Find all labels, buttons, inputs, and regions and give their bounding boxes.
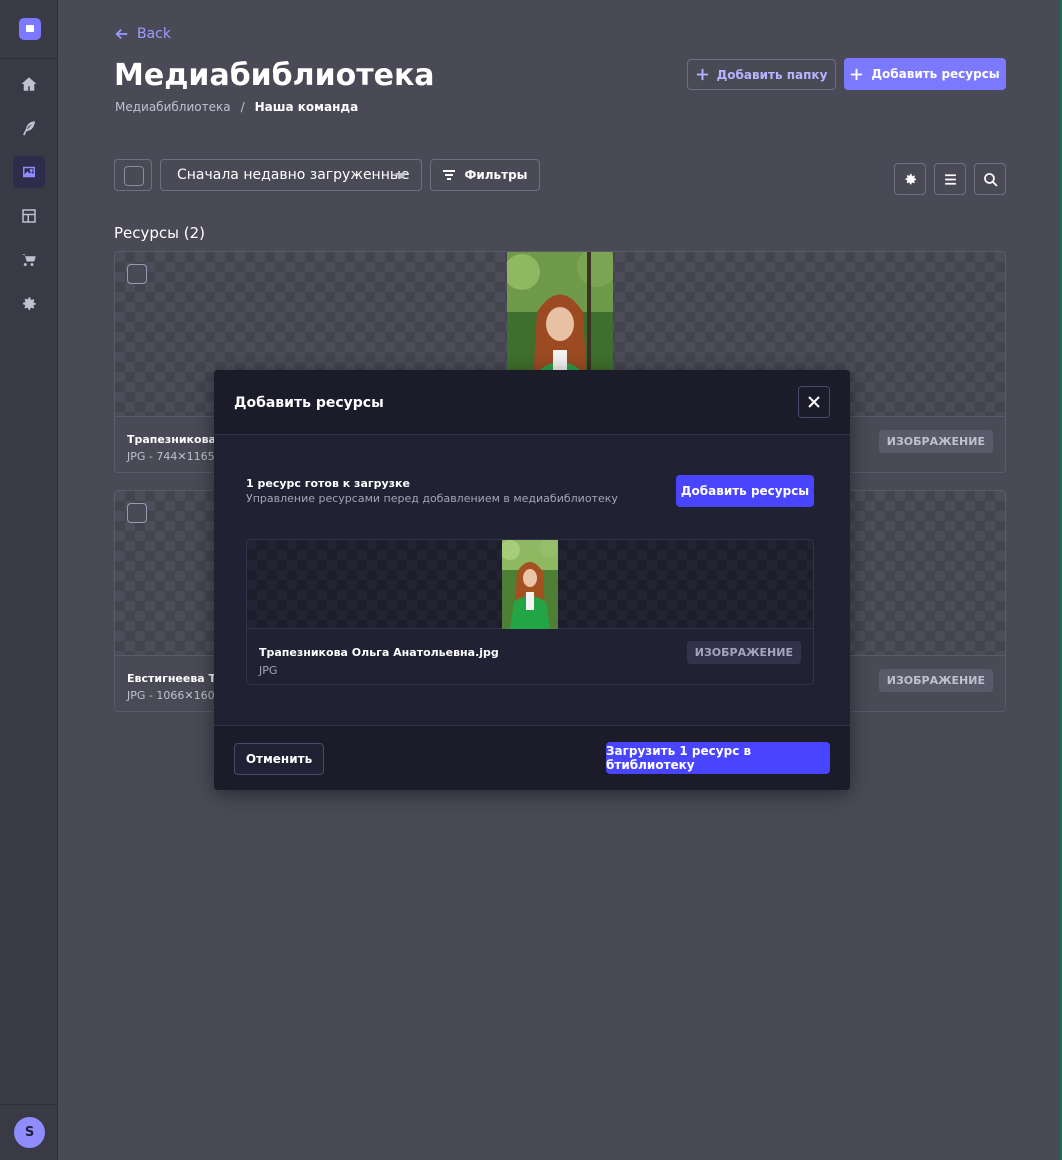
select-all-checkbox[interactable] [114, 159, 152, 191]
pending-file-card[interactable]: Трапезникова Ольга Анатольевна.jpg JPG И… [246, 539, 814, 685]
cancel-button[interactable]: Отменить [234, 743, 324, 775]
asset-info: JPG - 744✕1165 [127, 450, 215, 463]
search-icon [983, 172, 998, 187]
feather-icon [23, 121, 35, 136]
upload-button[interactable]: Загрузить 1 ресурс в бтиблиотеку [606, 742, 830, 774]
file-thumbnail [247, 540, 813, 629]
settings-button[interactable] [894, 163, 926, 195]
breadcrumb-current: Наша команда [254, 100, 359, 114]
asset-checkbox[interactable] [127, 264, 147, 284]
file-type: JPG [259, 664, 278, 677]
sidebar-item-home[interactable] [13, 68, 45, 100]
app-logo[interactable] [19, 18, 41, 40]
arrow-left-icon [115, 29, 128, 39]
add-folder-button[interactable]: Добавить папку [687, 59, 836, 90]
sidebar-item-marketplace[interactable] [13, 244, 45, 276]
cart-icon [22, 254, 36, 267]
sidebar-item-content-manager[interactable] [13, 112, 45, 144]
breadcrumb: Медиабиблиотека / Наша команда [115, 100, 358, 114]
filters-label: Фильтры [464, 168, 528, 182]
plus-icon [696, 68, 708, 81]
caret-down-icon [395, 173, 407, 179]
breadcrumb-root[interactable]: Медиабиблиотека [115, 100, 231, 114]
asset-checkbox[interactable] [127, 503, 147, 523]
add-folder-label: Добавить папку [716, 67, 828, 82]
sidebar-divider [0, 58, 58, 59]
sidebar-bottom-divider [0, 1104, 58, 1105]
avatar[interactable]: S [14, 1117, 45, 1148]
file-type-badge: ИЗОБРАЖЕНИЕ [686, 641, 801, 664]
assets-section-title: Ресурсы (2) [114, 224, 206, 242]
filters-button[interactable]: Фильтры [430, 159, 540, 191]
gear-icon [905, 173, 916, 184]
home-icon [21, 77, 37, 91]
add-assets-modal: Добавить ресурсы 1 ресурс готов к загруз… [214, 370, 850, 790]
close-button[interactable] [798, 386, 830, 418]
modal-add-assets-button[interactable]: Добавить ресурсы [676, 475, 814, 507]
sidebar-item-settings[interactable] [13, 288, 45, 320]
filter-icon [443, 170, 456, 180]
add-assets-label: Добавить ресурсы [871, 67, 1000, 81]
breadcrumb-separator: / [240, 100, 245, 114]
sidebar-item-content-type-builder[interactable] [13, 200, 45, 232]
asset-name: Евстигнеева Та [127, 672, 224, 685]
plus-icon [851, 68, 863, 80]
add-assets-button[interactable]: Добавить ресурсы [844, 58, 1006, 90]
back-label: Back [137, 26, 171, 42]
sort-select[interactable]: Сначала недавно загруженные [160, 159, 422, 191]
list-view-button[interactable] [934, 163, 966, 195]
sort-value: Сначала недавно загруженные [177, 167, 410, 183]
images-icon [23, 166, 35, 178]
back-link[interactable]: Back [115, 26, 171, 42]
asset-info: JPG - 1066✕160 [127, 689, 215, 702]
list-icon [944, 173, 956, 185]
page-title: Медиабиблиотека [114, 58, 435, 93]
modal-footer: Отменить Загрузить 1 ресурс в бтиблиотек… [214, 725, 850, 790]
modal-header: Добавить ресурсы [214, 370, 850, 435]
close-icon [808, 396, 820, 408]
ready-count-text: 1 ресурс готов к загрузке [246, 477, 410, 490]
main-sidebar: S [0, 0, 58, 1160]
file-preview-image [502, 540, 558, 629]
layout-icon [22, 209, 36, 223]
sidebar-item-media-library[interactable] [13, 156, 45, 188]
search-button[interactable] [974, 163, 1006, 195]
gear-icon [23, 297, 36, 310]
ready-subtitle: Управление ресурсами перед добавлением в… [246, 492, 618, 505]
asset-type-badge: ИЗОБРАЖЕНИЕ [878, 669, 993, 692]
file-name: Трапезникова Ольга Анатольевна.jpg [259, 646, 499, 659]
asset-type-badge: ИЗОБРАЖЕНИЕ [878, 430, 993, 453]
modal-title: Добавить ресурсы [234, 395, 384, 411]
